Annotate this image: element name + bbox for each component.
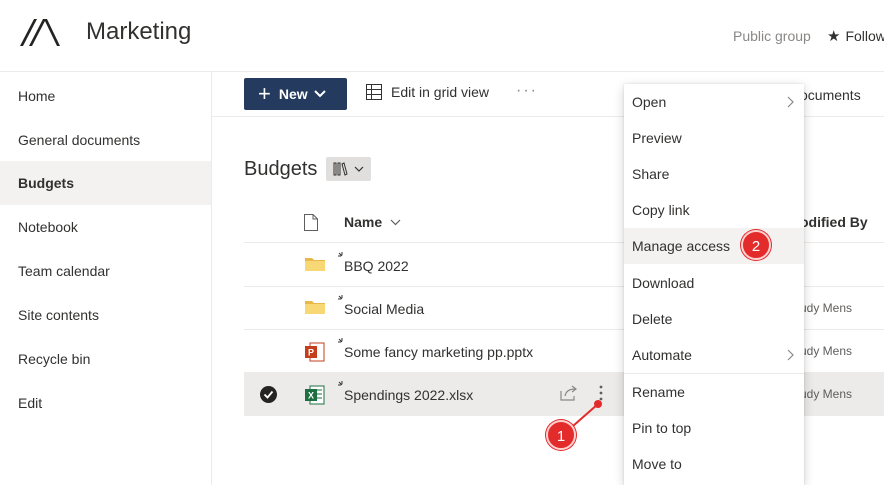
chevron-down-icon	[313, 90, 326, 98]
follow-label: Follow	[845, 28, 884, 44]
public-group-label: Public group	[733, 28, 811, 44]
name-column-header[interactable]: Name	[344, 214, 401, 230]
site-logo-icon[interactable]	[18, 16, 62, 48]
file-name[interactable]: Social Media	[344, 301, 424, 317]
nav-item-notebook[interactable]: Notebook	[0, 205, 211, 249]
context-menu: Open Preview Share Copy link Manage acce…	[624, 84, 804, 485]
new-button[interactable]: + New	[244, 78, 347, 110]
plus-icon: +	[258, 81, 271, 106]
left-navigation: Home General documents Budgets Notebook …	[0, 72, 212, 485]
checkmark-icon	[263, 390, 274, 399]
edit-grid-view-button[interactable]: Edit in grid view	[366, 84, 489, 100]
menu-item-share[interactable]: Share	[624, 156, 804, 192]
nav-item-budgets[interactable]: Budgets	[0, 161, 211, 205]
name-column-label: Name	[344, 214, 383, 230]
svg-text:X: X	[308, 391, 314, 401]
menu-item-label: Open	[632, 94, 667, 110]
menu-item-copy-link[interactable]: Copy link	[624, 192, 804, 228]
modified-by-value: udy Mens	[800, 301, 853, 315]
new-button-label: New	[278, 86, 308, 102]
more-actions-button[interactable]: ···	[516, 82, 538, 100]
nav-item-home[interactable]: Home	[0, 74, 211, 118]
follow-button[interactable]: ★ Follow	[827, 27, 884, 45]
folder-icon	[305, 258, 325, 271]
chevron-right-icon	[787, 349, 794, 361]
file-name[interactable]: BBQ 2022	[344, 258, 409, 274]
row-checkbox[interactable]	[260, 386, 277, 403]
modified-by-value: udy Mens	[800, 344, 853, 358]
modified-by-column-header[interactable]: odified By	[800, 214, 868, 230]
annotation-badge-1: 1	[546, 420, 576, 450]
menu-item-download[interactable]: Download	[624, 265, 804, 301]
svg-text:P: P	[308, 348, 314, 358]
nav-item-general-documents[interactable]: General documents	[0, 118, 211, 162]
folder-icon	[305, 301, 325, 314]
menu-item-manage-access[interactable]: Manage access	[624, 228, 804, 264]
menu-item-move-to[interactable]: Move to	[624, 446, 804, 482]
chevron-right-icon	[787, 96, 794, 108]
menu-item-automate[interactable]: Automate	[624, 337, 804, 373]
menu-item-preview[interactable]: Preview	[624, 120, 804, 156]
site-header: Marketing Public group ★ Follow	[0, 0, 884, 72]
file-type-icon[interactable]	[304, 214, 318, 231]
menu-item-rename[interactable]: Rename	[624, 374, 804, 410]
nav-item-recycle-bin[interactable]: Recycle bin	[0, 337, 211, 381]
nav-item-edit[interactable]: Edit	[0, 381, 211, 425]
grid-icon	[366, 84, 382, 100]
menu-item-open[interactable]: Open	[624, 84, 804, 120]
chevron-down-icon	[354, 166, 364, 172]
library-view-button[interactable]	[326, 157, 371, 181]
nav-item-site-contents[interactable]: Site contents	[0, 293, 211, 337]
view-selector[interactable]: ocuments	[800, 87, 861, 103]
file-name[interactable]: Some fancy marketing pp.pptx	[344, 344, 533, 360]
menu-item-delete[interactable]: Delete	[624, 301, 804, 337]
annotation-badge-2: 2	[741, 230, 771, 260]
site-title[interactable]: Marketing	[86, 18, 191, 46]
more-options-icon[interactable]	[598, 384, 604, 402]
modified-by-value: udy Mens	[800, 387, 853, 401]
star-icon: ★	[827, 28, 841, 45]
library-title: Budgets	[244, 158, 318, 180]
chevron-down-icon	[390, 219, 401, 225]
menu-item-label: Automate	[632, 347, 692, 363]
excel-file-icon: X	[305, 385, 325, 405]
library-icon	[333, 162, 348, 176]
file-name[interactable]: Spendings 2022.xlsx	[344, 387, 473, 403]
powerpoint-file-icon: P	[305, 342, 325, 362]
share-icon[interactable]	[560, 385, 578, 401]
nav-item-team-calendar[interactable]: Team calendar	[0, 249, 211, 293]
edit-grid-view-label: Edit in grid view	[391, 84, 490, 100]
menu-item-pin-to-top[interactable]: Pin to top	[624, 410, 804, 446]
